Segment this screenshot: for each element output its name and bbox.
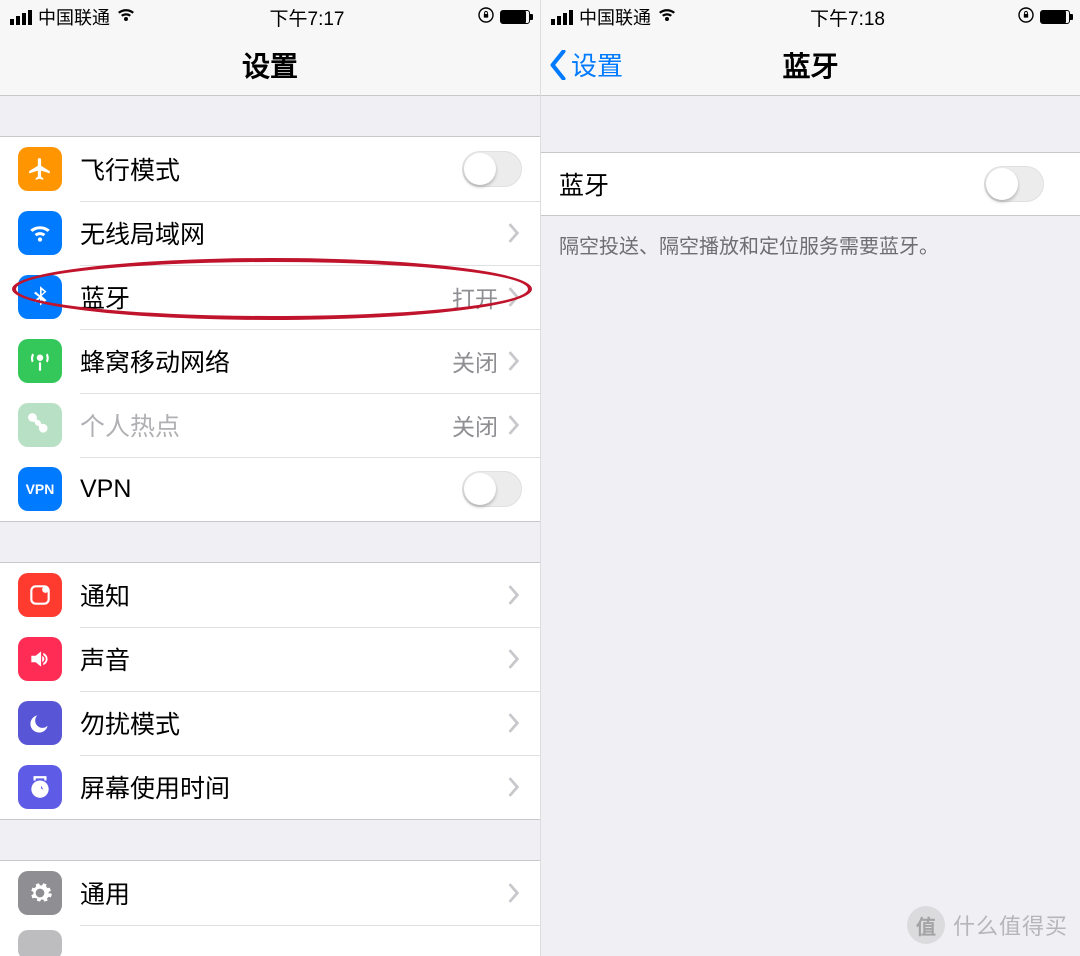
row-label: 个人热点 [62, 407, 452, 443]
screentime-icon [18, 765, 62, 809]
chevron-right-icon [502, 415, 526, 435]
hotspot-icon [18, 403, 62, 447]
wifi-icon [18, 211, 62, 255]
carrier-label: 中国联通 [38, 4, 110, 30]
chevron-right-icon [502, 883, 526, 903]
row-control-center[interactable] [0, 925, 540, 956]
row-label: 声音 [62, 641, 502, 677]
row-bluetooth[interactable]: 蓝牙 打开 [0, 265, 540, 329]
status-bar: 中国联通 下午7:18 [541, 0, 1080, 34]
row-label: 通知 [62, 577, 502, 613]
row-screentime[interactable]: 屏幕使用时间 [0, 755, 540, 819]
row-value: 关闭 [452, 408, 498, 442]
settings-screen: 中国联通 下午7:17 设置 飞行模式 [0, 0, 540, 956]
row-wifi[interactable]: 无线局域网 [0, 201, 540, 265]
general-icon [18, 871, 62, 915]
row-label: 无线局域网 [62, 215, 502, 251]
page-title: 蓝牙 [782, 45, 838, 85]
row-bluetooth-toggle[interactable]: 蓝牙 [541, 153, 1080, 215]
wifi-status-icon [657, 7, 677, 28]
clock-label: 下午7:17 [270, 4, 345, 31]
wifi-status-icon [116, 7, 136, 28]
carrier-label: 中国联通 [579, 4, 651, 30]
status-bar: 中国联通 下午7:17 [0, 0, 540, 34]
notifications-icon [18, 573, 62, 617]
row-label: 蜂窝移动网络 [62, 343, 452, 379]
cellular-icon [18, 339, 62, 383]
row-label: 勿扰模式 [62, 705, 502, 741]
signal-icon [10, 10, 32, 25]
battery-icon [500, 10, 530, 24]
bluetooth-icon [18, 275, 62, 319]
footnote-text: 隔空投送、隔空播放和定位服务需要蓝牙。 [541, 216, 1080, 273]
orientation-lock-icon [1018, 7, 1034, 27]
row-airplane-mode[interactable]: 飞行模式 [0, 137, 540, 201]
row-sounds[interactable]: 声音 [0, 627, 540, 691]
dnd-icon [18, 701, 62, 745]
row-dnd[interactable]: 勿扰模式 [0, 691, 540, 755]
vpn-toggle[interactable] [462, 471, 522, 507]
row-label: 蓝牙 [62, 279, 452, 315]
chevron-right-icon [502, 223, 526, 243]
control-center-icon [18, 930, 62, 956]
airplane-icon [18, 147, 62, 191]
back-button[interactable]: 设置 [549, 46, 623, 83]
row-cellular[interactable]: 蜂窝移动网络 关闭 [0, 329, 540, 393]
sound-icon [18, 637, 62, 681]
row-value: 关闭 [452, 344, 498, 378]
row-notifications[interactable]: 通知 [0, 563, 540, 627]
chevron-right-icon [502, 713, 526, 733]
settings-group-general: 通用 [0, 860, 540, 956]
bluetooth-toggle[interactable] [984, 166, 1044, 202]
chevron-right-icon [502, 585, 526, 605]
row-label: 屏幕使用时间 [62, 769, 502, 805]
vpn-icon: VPN [18, 467, 62, 511]
chevron-right-icon [502, 351, 526, 371]
row-label: VPN [62, 475, 462, 504]
airplane-toggle[interactable] [462, 151, 522, 187]
settings-group-alerts: 通知 声音 勿扰模式 屏幕使用时间 [0, 562, 540, 820]
row-general[interactable]: 通用 [0, 861, 540, 925]
row-label: 通用 [62, 875, 502, 911]
watermark-text: 什么值得买 [953, 909, 1068, 941]
bluetooth-group: 蓝牙 [541, 152, 1080, 216]
chevron-right-icon [502, 777, 526, 797]
row-value: 打开 [452, 280, 498, 314]
watermark: 值 什么值得买 [907, 906, 1068, 944]
nav-bar: 设置 蓝牙 [541, 34, 1080, 96]
chevron-right-icon [502, 287, 526, 307]
battery-icon [1040, 10, 1070, 24]
row-hotspot[interactable]: 个人热点 关闭 [0, 393, 540, 457]
row-label: 飞行模式 [62, 151, 462, 187]
nav-bar: 设置 [0, 34, 540, 96]
watermark-badge: 值 [907, 906, 945, 944]
signal-icon [551, 10, 573, 25]
orientation-lock-icon [478, 7, 494, 27]
row-vpn[interactable]: VPN VPN [0, 457, 540, 521]
back-label: 设置 [571, 46, 623, 83]
settings-group-connectivity: 飞行模式 无线局域网 蓝牙 打开 蜂窝移动网络 关闭 [0, 136, 540, 522]
page-title: 设置 [242, 45, 298, 85]
row-label: 蓝牙 [559, 166, 984, 202]
bluetooth-screen: 中国联通 下午7:18 设置 蓝牙 蓝牙 [540, 0, 1080, 956]
clock-label: 下午7:18 [810, 4, 885, 31]
chevron-right-icon [502, 649, 526, 669]
